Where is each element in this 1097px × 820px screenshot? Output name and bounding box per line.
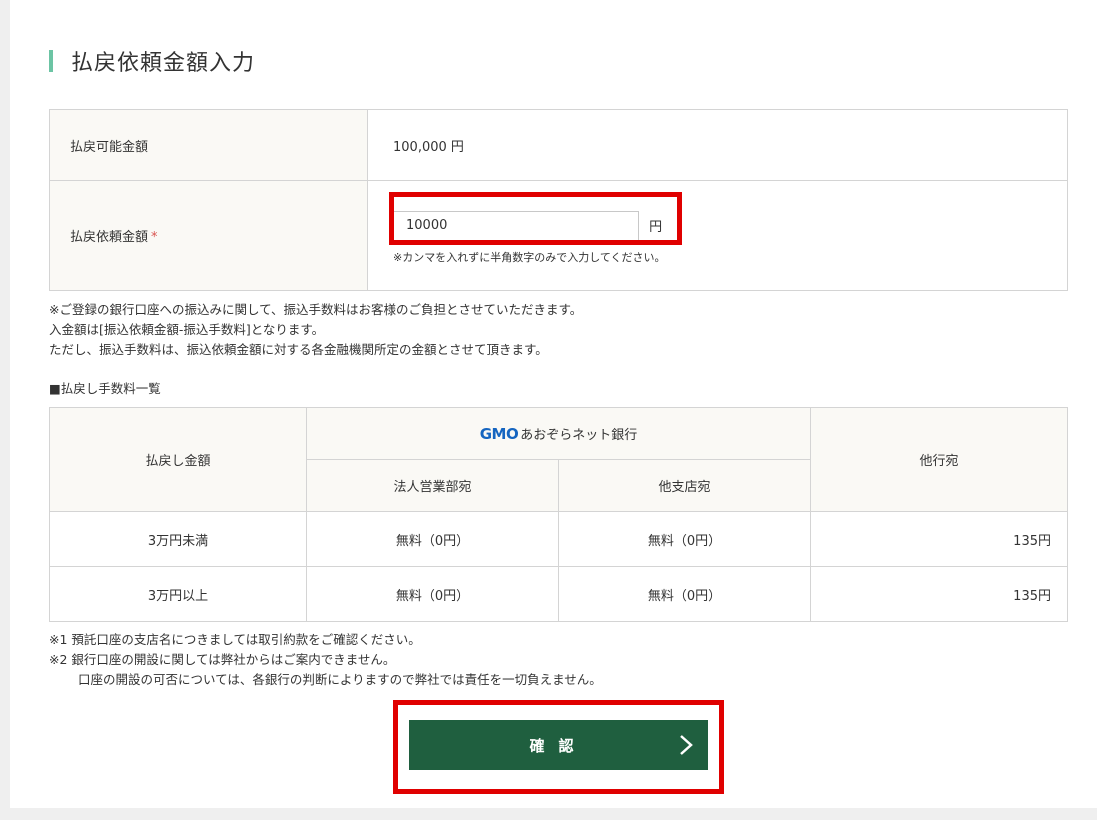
required-mark: * [151,230,158,245]
available-amount-value: 100,000 円 [367,109,1068,181]
note-line: ※1 預託口座の支店名につきましては取引約款をご確認ください。 [49,632,421,647]
note-line: ※ご登録の銀行口座への振込みに関して、振込手数料はお客様のご負担とさせていただき… [49,302,583,317]
table-row: 3万円以上 無料（0円） 無料（0円） 135円 [49,566,1068,622]
request-amount-label: 払戻依頼金額 [70,230,149,245]
note-line: ただし、振込手数料は、振込依頼金額に対する各金融機関所定の金額とさせて頂きます。 [49,342,548,357]
bank-name: あおぞらネット銀行 [520,428,638,443]
row-branch-fee: 無料（0円） [558,511,811,567]
transfer-fee-notes: ※ご登録の銀行口座への振込みに関して、振込手数料はお客様のご負担とさせていただき… [49,300,582,360]
col-other-header: 他行宛 [810,407,1068,512]
note-line: 口座の開設の可否については、各銀行の判断によりますので弊社では責任を一切負えませ… [78,672,602,687]
bank-brand: GMO あおぞらネット銀行 [479,424,638,444]
row-branch-fee: 無料（0円） [558,566,811,622]
row-other-fee: 135円 [810,511,1068,567]
col-branch-header: 他支店宛 [558,459,811,512]
col-amount-header: 払戻し金額 [49,407,307,512]
note-line: ※2 銀行口座の開設に関しては弊社からはご案内できません。 [49,652,396,667]
row-amount: 3万円未満 [49,511,307,567]
request-amount-label-cell: 払戻依頼金額 * [49,180,368,291]
input-hint: ※カンマを入れずに半角数字のみで入力してください。 [393,250,666,264]
fee-table: 払戻し金額 GMO あおぞらネット銀行 他行宛 法人営業部宛 他支店宛 3万円未… [49,407,1068,622]
confirm-button[interactable]: 確認 [409,720,708,770]
bank-header: GMO あおぞらネット銀行 [306,407,811,460]
gmo-logo: GMO [479,424,519,443]
page-heading: 払戻依頼金額入力 [49,46,255,76]
row-other-fee: 135円 [810,566,1068,622]
bank-notes: ※1 預託口座の支店名につきましては取引約款をご確認ください。 ※2 銀行口座の… [49,630,602,690]
available-amount-label: 払戻可能金額 [49,109,368,181]
row-corporate-fee: 無料（0円） [306,511,559,567]
table-row: 3万円未満 無料（0円） 無料（0円） 135円 [49,511,1068,567]
input-highlight-box [389,192,682,245]
chevron-right-icon [680,735,693,755]
fee-table-heading: ■払戻し手数料一覧 [49,381,161,396]
page-title: 払戻依頼金額入力 [71,51,256,76]
col-corporate-header: 法人営業部宛 [306,459,559,512]
confirm-button-label: 確認 [529,736,588,755]
note-line: 入金額は[振込依頼金額-振込手数料]となります。 [49,322,325,337]
row-corporate-fee: 無料（0円） [306,566,559,622]
heading-accent-bar [49,50,53,72]
row-amount: 3万円以上 [49,566,307,622]
fee-header-row: 払戻し金額 GMO あおぞらネット銀行 他行宛 [49,407,1068,512]
available-amount-row: 払戻可能金額 100,000 円 [49,109,1068,181]
